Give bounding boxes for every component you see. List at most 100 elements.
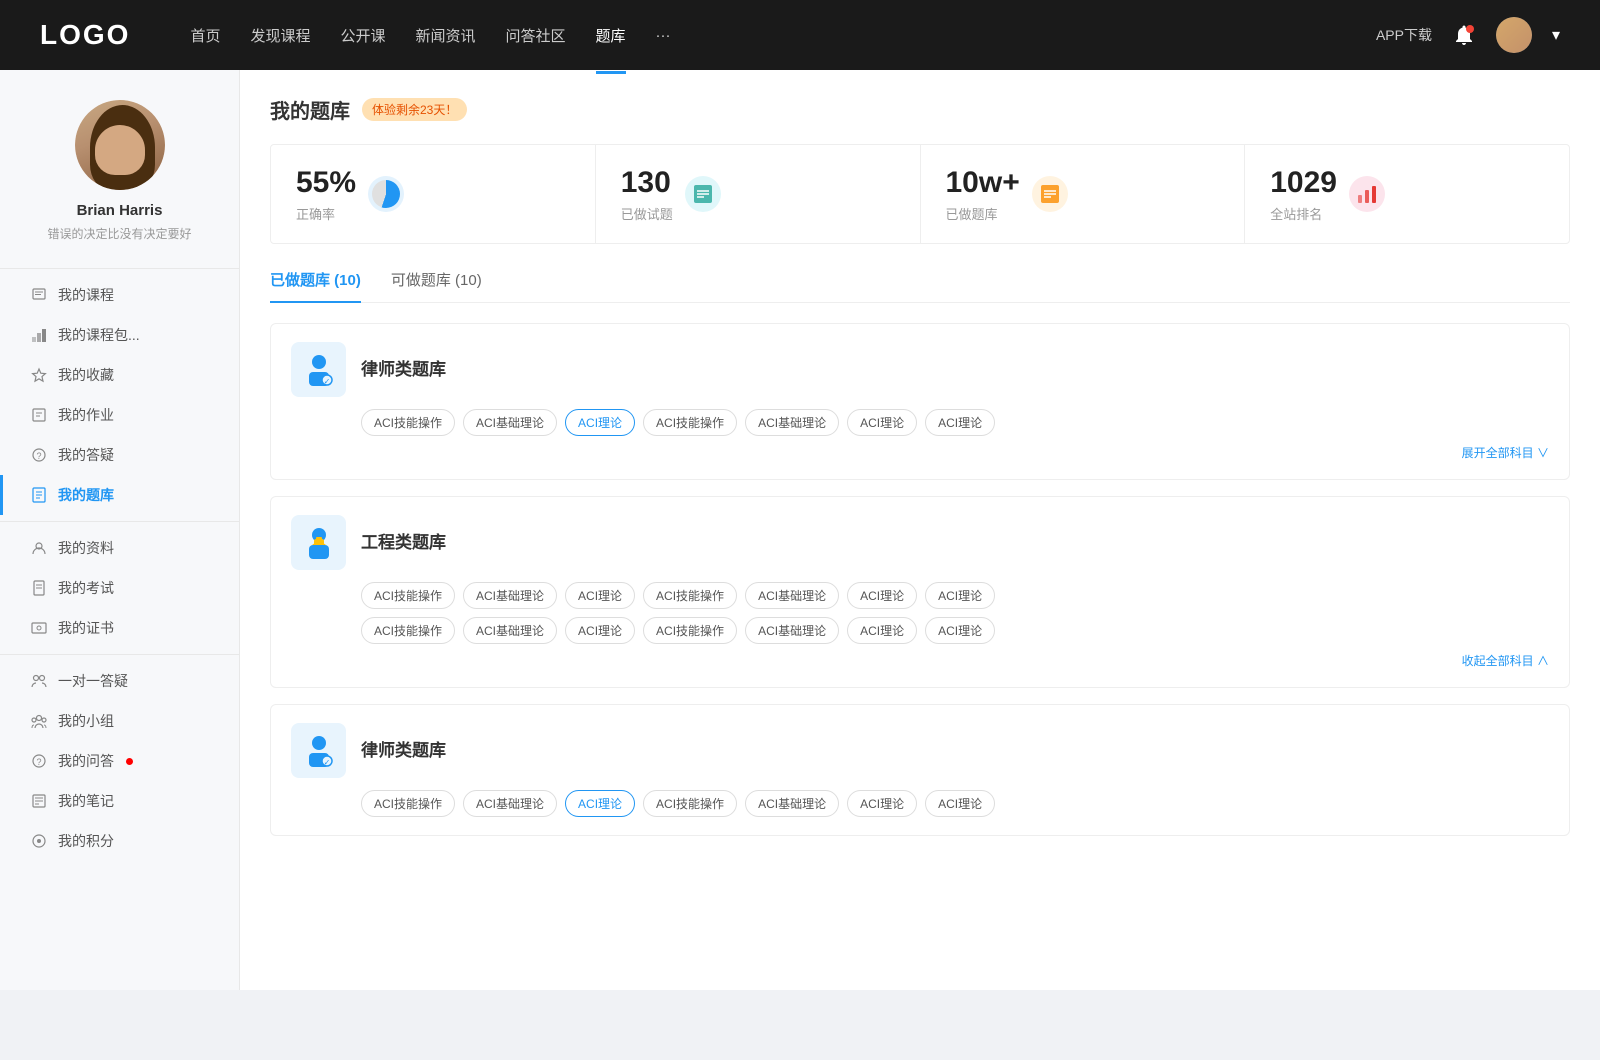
navbar: LOGO 首页 发现课程 公开课 新闻资讯 问答社区 题库 ··· APP下载 … bbox=[0, 0, 1600, 70]
myqa-icon: ? bbox=[30, 752, 48, 770]
sidebar-item-certificate[interactable]: 我的证书 bbox=[0, 608, 239, 648]
trial-badge: 体验剩余23天！ bbox=[362, 98, 467, 121]
tag-item[interactable]: ACI基础理论 bbox=[463, 790, 557, 817]
engineer-icon-wrap bbox=[291, 515, 346, 570]
sidebar-item-myqa[interactable]: ? 我的问答 bbox=[0, 741, 239, 781]
sidebar-label: 我的课程 bbox=[58, 285, 114, 305]
tag-item-active-3[interactable]: ACI理论 bbox=[565, 790, 635, 817]
tag-item[interactable]: ACI技能操作 bbox=[361, 582, 455, 609]
collapse-button[interactable]: 收起全部科目 ∧ bbox=[291, 652, 1549, 669]
page-header: 我的题库 体验剩余23天！ bbox=[270, 95, 1570, 124]
tag-item[interactable]: ACI理论 bbox=[925, 582, 995, 609]
tag-item[interactable]: ACI技能操作 bbox=[361, 617, 455, 644]
done-questions-icon bbox=[685, 176, 721, 212]
nav-qa[interactable]: 问答社区 bbox=[506, 21, 566, 50]
sidebar-item-group[interactable]: 我的小组 bbox=[0, 701, 239, 741]
list-orange-icon bbox=[1039, 183, 1061, 205]
nav-home[interactable]: 首页 bbox=[190, 21, 220, 50]
group-icon bbox=[30, 712, 48, 730]
nav-right: APP下载 ▾ bbox=[1376, 17, 1560, 53]
profile-icon bbox=[30, 539, 48, 557]
tag-item[interactable]: ACI理论 bbox=[925, 409, 995, 436]
svg-text:✓: ✓ bbox=[323, 758, 330, 767]
sidebar-item-profile[interactable]: 我的资料 bbox=[0, 528, 239, 568]
sidebar-label: 我的课程包... bbox=[58, 325, 140, 345]
tag-item[interactable]: ACI理论 bbox=[847, 409, 917, 436]
nav-discover[interactable]: 发现课程 bbox=[250, 21, 310, 50]
tag-item[interactable]: ACI基础理论 bbox=[463, 582, 557, 609]
sidebar-item-favorites[interactable]: 我的收藏 bbox=[0, 355, 239, 395]
user-avatar[interactable] bbox=[1496, 17, 1532, 53]
tag-item[interactable]: ACI理论 bbox=[565, 617, 635, 644]
nav-chevron[interactable]: ▾ bbox=[1552, 25, 1560, 45]
nav-more[interactable]: ··· bbox=[656, 23, 671, 48]
stat-done-banks-label: 已做题库 bbox=[946, 204, 1020, 223]
profile-avatar bbox=[75, 100, 165, 190]
tag-item-active[interactable]: ACI理论 bbox=[565, 409, 635, 436]
tag-item[interactable]: ACI技能操作 bbox=[643, 582, 737, 609]
bank-card-title-3: 律师类题库 bbox=[361, 723, 446, 778]
sidebar-item-homework[interactable]: 我的作业 bbox=[0, 395, 239, 435]
bank-card-lawyer-1: ✓ 律师类题库 ACI技能操作 ACI基础理论 ACI理论 ACI技能操作 AC… bbox=[270, 323, 1570, 480]
sidebar-item-course[interactable]: 我的课程 bbox=[0, 275, 239, 315]
sidebar-item-exam[interactable]: 我的考试 bbox=[0, 568, 239, 608]
tab-available-banks[interactable]: 可做题库 (10) bbox=[391, 269, 482, 302]
notification-dot bbox=[126, 758, 133, 765]
bank-card-header-3: ✓ 律师类题库 bbox=[291, 723, 1549, 778]
tag-item[interactable]: ACI基础理论 bbox=[463, 617, 557, 644]
lawyer-icon-3: ✓ bbox=[291, 723, 346, 778]
tag-item[interactable]: ACI基础理论 bbox=[463, 409, 557, 436]
sidebar-label: 我的作业 bbox=[58, 405, 114, 425]
tag-item[interactable]: ACI技能操作 bbox=[361, 790, 455, 817]
sidebar-menu: 我的课程 我的课程包... 我的收藏 我的作业 bbox=[0, 275, 239, 861]
list-teal-icon bbox=[692, 183, 714, 205]
sidebar-item-askteacher[interactable]: ? 我的答疑 bbox=[0, 435, 239, 475]
nav-questionbank[interactable]: 题库 bbox=[596, 21, 626, 50]
sidebar-item-tutoring[interactable]: 一对一答疑 bbox=[0, 661, 239, 701]
tag-item[interactable]: ACI理论 bbox=[925, 790, 995, 817]
sidebar-item-questionbank[interactable]: 我的题库 bbox=[0, 475, 239, 515]
bell-icon[interactable] bbox=[1452, 23, 1476, 47]
sidebar-item-notes[interactable]: 我的笔记 bbox=[0, 781, 239, 821]
tag-item[interactable]: ACI基础理论 bbox=[745, 409, 839, 436]
sidebar-label: 一对一答疑 bbox=[58, 671, 128, 691]
tag-item[interactable]: ACI理论 bbox=[565, 582, 635, 609]
sidebar-item-points[interactable]: 我的积分 bbox=[0, 821, 239, 861]
bank-card-header: 工程类题库 bbox=[291, 515, 1549, 570]
logo[interactable]: LOGO bbox=[40, 19, 130, 51]
points-icon bbox=[30, 832, 48, 850]
tag-item[interactable]: ACI技能操作 bbox=[643, 790, 737, 817]
sidebar-divider-2 bbox=[0, 654, 239, 655]
tag-item[interactable]: ACI理论 bbox=[847, 582, 917, 609]
tag-item[interactable]: ACI理论 bbox=[925, 617, 995, 644]
engineer-person-icon bbox=[299, 523, 339, 563]
sidebar-label: 我的积分 bbox=[58, 831, 114, 851]
tag-item[interactable]: ACI技能操作 bbox=[643, 409, 737, 436]
expand-button-1[interactable]: 展开全部科目 ∨ bbox=[291, 444, 1549, 461]
nav-links: 首页 发现课程 公开课 新闻资讯 问答社区 题库 ··· bbox=[190, 21, 1376, 50]
tag-item[interactable]: ACI理论 bbox=[847, 790, 917, 817]
bank-card-title-2: 工程类题库 bbox=[361, 515, 446, 570]
app-download-button[interactable]: APP下载 bbox=[1376, 25, 1432, 45]
stat-done-questions-label: 已做试题 bbox=[621, 204, 673, 223]
tab-done-banks[interactable]: 已做题库 (10) bbox=[270, 269, 361, 302]
nav-news[interactable]: 新闻资讯 bbox=[416, 21, 476, 50]
tag-item[interactable]: ACI理论 bbox=[847, 617, 917, 644]
course-icon bbox=[30, 286, 48, 304]
pie-chart-icon bbox=[372, 180, 400, 208]
done-banks-icon bbox=[1032, 176, 1068, 212]
question-icon: ? bbox=[30, 446, 48, 464]
tag-item[interactable]: ACI基础理论 bbox=[745, 617, 839, 644]
sidebar-item-coursepack[interactable]: 我的课程包... bbox=[0, 315, 239, 355]
tag-item[interactable]: ACI基础理论 bbox=[745, 582, 839, 609]
sidebar-label: 我的答疑 bbox=[58, 445, 114, 465]
coursepack-icon bbox=[30, 326, 48, 344]
certificate-icon bbox=[30, 619, 48, 637]
tag-item[interactable]: ACI技能操作 bbox=[643, 617, 737, 644]
tag-item[interactable]: ACI基础理论 bbox=[745, 790, 839, 817]
questionbank-icon bbox=[30, 486, 48, 504]
tag-item[interactable]: ACI技能操作 bbox=[361, 409, 455, 436]
sidebar-label: 我的考试 bbox=[58, 578, 114, 598]
nav-opencourse[interactable]: 公开课 bbox=[340, 21, 385, 50]
tags-row-1: ACI技能操作 ACI基础理论 ACI理论 ACI技能操作 ACI基础理论 AC… bbox=[361, 409, 1549, 436]
